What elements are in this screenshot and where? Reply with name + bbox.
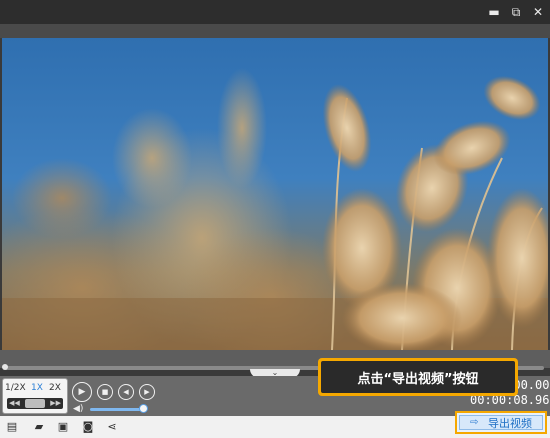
open-folder-icon[interactable]: ▰ [31, 419, 47, 435]
next-frame-button[interactable]: ▶ [139, 384, 155, 400]
save-as-icon[interactable]: ◙ [80, 419, 96, 435]
next-frame-icon: ▶ [144, 388, 150, 396]
share-icon[interactable]: ⋖ [104, 419, 120, 435]
rewind-icon: ◀◀ [9, 399, 20, 407]
volume-icon[interactable]: ◀) [73, 404, 87, 414]
progress-handle[interactable] [2, 364, 8, 370]
close-icon[interactable]: ✕ [530, 4, 546, 20]
video-preview[interactable] [2, 38, 548, 350]
stop-button[interactable]: ■ [97, 384, 113, 400]
export-video-button[interactable]: ⇨ 导出视频 [455, 411, 547, 434]
play-button[interactable]: ▶ [72, 382, 92, 402]
tutorial-callout: 点击“导出视频”按钮 [318, 358, 518, 396]
speed-slider-handle[interactable] [25, 399, 45, 408]
previous-frame-button[interactable]: ◀ [118, 384, 134, 400]
title-bar [0, 0, 550, 24]
volume-handle[interactable] [139, 404, 148, 413]
save-icon[interactable]: ▣ [55, 419, 71, 435]
export-video-button-inner[interactable]: ⇨ 导出视频 [459, 415, 543, 430]
speed-selector: 1/2X 1X 2X ◀◀ ▶▶ [2, 378, 68, 414]
stop-icon: ■ [101, 388, 109, 396]
speed-slider[interactable]: ◀◀ ▶▶ [7, 398, 63, 409]
previous-frame-icon: ◀ [123, 388, 129, 396]
volume-slider[interactable] [90, 408, 144, 411]
export-icon: ⇨ [470, 417, 479, 428]
minimize-icon[interactable]: ▬ [486, 4, 502, 20]
add-media-icon[interactable]: ▤ [4, 419, 20, 435]
export-video-label: 导出视频 [488, 416, 532, 430]
forward-icon: ▶▶ [50, 399, 61, 407]
callout-text: 点击“导出视频”按钮 [321, 361, 515, 393]
menu-strip [0, 24, 550, 38]
speed-option-half[interactable]: 1/2X [5, 383, 26, 393]
restore-icon[interactable]: ⧉ [508, 4, 524, 20]
speed-option-1x[interactable]: 1X [31, 383, 43, 393]
speed-option-2x[interactable]: 2X [49, 383, 61, 393]
play-icon: ▶ [78, 387, 86, 397]
